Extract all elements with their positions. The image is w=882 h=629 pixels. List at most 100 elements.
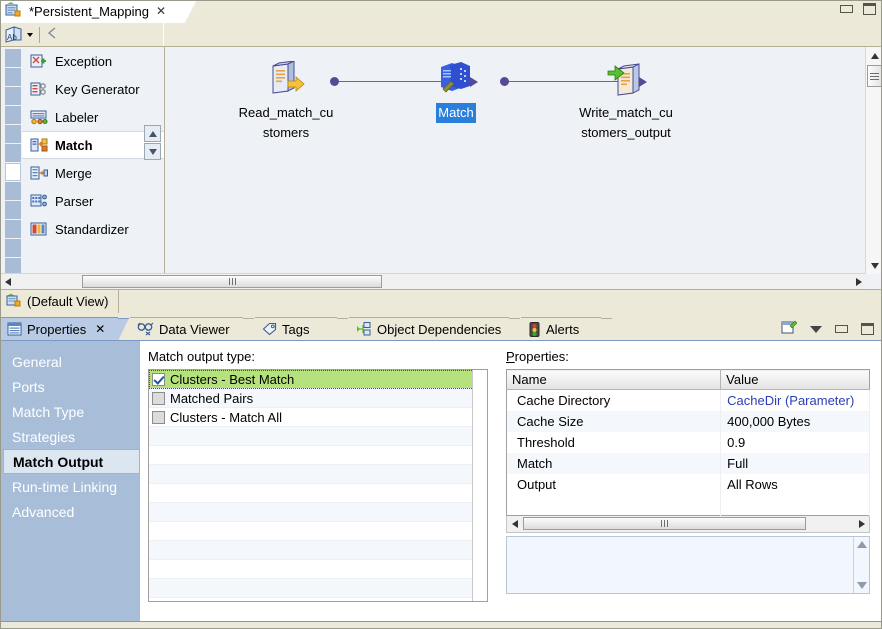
palette-swatch[interactable] (5, 49, 21, 67)
nav-item-strategies[interactable]: Strategies (0, 424, 140, 449)
nav-item-advanced[interactable]: Advanced (0, 499, 140, 524)
palette-item-standardizer[interactable]: Standardizer (22, 215, 165, 243)
back-arrow-icon[interactable] (46, 26, 58, 43)
palette-item-parser[interactable]: Parser (22, 187, 165, 215)
properties-label-mnemonic: P (506, 349, 515, 364)
vertical-scroll-thumb[interactable] (867, 65, 882, 87)
scroll-down-icon[interactable] (857, 582, 867, 589)
column-header-name[interactable]: Name (507, 370, 721, 390)
canvas-horizontal-scrollbar[interactable] (0, 273, 866, 289)
scroll-right-icon[interactable] (854, 520, 869, 528)
description-vertical-scrollbar[interactable] (853, 537, 869, 593)
palette-swatch[interactable] (5, 106, 21, 124)
palette-item-key-generator[interactable]: Key Generator (22, 75, 165, 103)
scroll-down-icon[interactable] (866, 257, 882, 274)
checkbox-icon[interactable] (152, 373, 165, 386)
empty-row (149, 484, 474, 503)
node-label-read: Read_match_customers (236, 103, 336, 143)
scroll-up-icon[interactable] (144, 125, 161, 142)
minimize-icon[interactable] (835, 325, 848, 333)
property-value-cell[interactable]: 400,000 Bytes (721, 411, 870, 432)
checkbox-row[interactable]: Clusters - Match All (149, 408, 474, 427)
nav-item-run-time-linking[interactable]: Run-time Linking (0, 474, 140, 499)
match-transform-icon (436, 61, 476, 99)
table-row[interactable]: Cache Size400,000 Bytes (507, 411, 870, 432)
palette-item-exception[interactable]: Exception (22, 47, 165, 75)
tab-data-viewer[interactable]: Data Viewer (130, 317, 243, 340)
editor-tab-persistent-mapping[interactable]: *Persistent_Mapping ✕ (0, 0, 186, 23)
scroll-up-icon[interactable] (866, 47, 882, 64)
scroll-down-icon[interactable] (144, 143, 161, 160)
view-menu-icon[interactable] (810, 326, 822, 333)
nav-item-match-output[interactable]: Match Output (3, 449, 140, 474)
checkbox-row[interactable]: Matched Pairs (149, 389, 474, 408)
tab-object-dependencies[interactable]: Object Dependencies (349, 317, 509, 340)
pin-view-icon[interactable] (781, 320, 797, 338)
properties-table[interactable]: Name Value Cache DirectoryCacheDir (Para… (506, 369, 870, 516)
maximize-icon[interactable] (863, 3, 876, 15)
palette-swatch[interactable] (5, 163, 21, 181)
scroll-right-icon[interactable] (851, 274, 866, 289)
close-icon[interactable]: ✕ (95, 322, 105, 336)
scroll-left-icon[interactable] (0, 274, 15, 289)
palette-swatch[interactable] (5, 239, 21, 257)
properties-icon (7, 322, 22, 336)
palette-swatch[interactable] (5, 125, 21, 143)
property-value-cell[interactable]: CacheDir (Parameter) (721, 390, 870, 411)
tab-alerts[interactable]: Alerts (521, 317, 601, 340)
mapping-editor: *Persistent_Mapping ✕ Ab (0, 0, 882, 316)
checkbox-row[interactable]: Clusters - Best Match (149, 370, 474, 389)
empty-row (149, 541, 474, 560)
nav-item-general[interactable]: General (0, 349, 140, 374)
description-box[interactable] (506, 536, 870, 594)
empty-row (149, 465, 474, 484)
minimize-icon[interactable] (840, 5, 853, 13)
table-row[interactable]: MatchFull (507, 453, 870, 474)
property-value-cell[interactable]: 0.9 (721, 432, 870, 453)
palette-item-label: Parser (55, 194, 93, 209)
checkbox-icon[interactable] (152, 392, 165, 405)
checkbox-icon[interactable] (152, 411, 165, 424)
palette-item-merge[interactable]: Merge (22, 159, 165, 187)
list-scroll-column[interactable] (472, 370, 487, 601)
maximize-icon[interactable] (861, 323, 874, 335)
horizontal-scroll-thumb[interactable] (523, 517, 806, 530)
view-tab-default-view[interactable]: (Default View) (0, 290, 119, 313)
transformation-palette[interactable]: ExceptionKey GeneratorLabelerMatchMergeP… (0, 47, 165, 274)
properties-table-horizontal-scrollbar[interactable] (506, 516, 870, 533)
column-header-value[interactable]: Value (721, 370, 870, 390)
node-match[interactable]: Match (406, 61, 506, 123)
text-palette-icon[interactable]: Ab (4, 26, 24, 44)
scroll-left-icon[interactable] (507, 520, 522, 528)
match-output-panel: Match output type: Clusters - Best Match… (140, 341, 498, 629)
palette-swatch[interactable] (5, 144, 21, 162)
table-row[interactable]: OutputAll Rows (507, 474, 870, 495)
canvas-vertical-scrollbar[interactable] (865, 47, 882, 274)
palette-swatch[interactable] (5, 258, 21, 274)
table-row[interactable]: Threshold0.9 (507, 432, 870, 453)
table-row[interactable]: Cache DirectoryCacheDir (Parameter) (507, 390, 870, 411)
close-icon[interactable]: ✕ (156, 5, 166, 17)
horizontal-scroll-thumb[interactable] (82, 275, 382, 288)
read-source-icon (266, 61, 306, 99)
palette-swatch[interactable] (5, 87, 21, 105)
palette-swatch[interactable] (5, 201, 21, 219)
node-write-match-customers-output[interactable]: Write_match_customers_output (576, 61, 676, 143)
nav-item-ports[interactable]: Ports (0, 374, 140, 399)
palette-swatch[interactable] (5, 220, 21, 238)
mapping-canvas[interactable]: Read_match_customers (166, 47, 865, 274)
nav-item-match-type[interactable]: Match Type (0, 399, 140, 424)
tab-properties[interactable]: Properties✕ (0, 317, 118, 340)
property-value-cell[interactable]: Full (721, 453, 870, 474)
tab-tags[interactable]: Tags (255, 317, 337, 340)
palette-swatch[interactable] (5, 68, 21, 86)
match-output-type-list[interactable]: Clusters - Best Match Matched Pairs Cluste… (148, 369, 488, 602)
empty-cell (721, 495, 870, 516)
chevron-down-icon[interactable] (27, 33, 33, 37)
palette-item-label: Merge (55, 166, 92, 181)
palette-swatch[interactable] (5, 182, 21, 200)
property-value-cell[interactable]: All Rows (721, 474, 870, 495)
node-read-match-customers[interactable]: Read_match_customers (236, 61, 336, 143)
scroll-up-icon[interactable] (857, 541, 867, 548)
checkbox-label: Matched Pairs (170, 391, 253, 406)
